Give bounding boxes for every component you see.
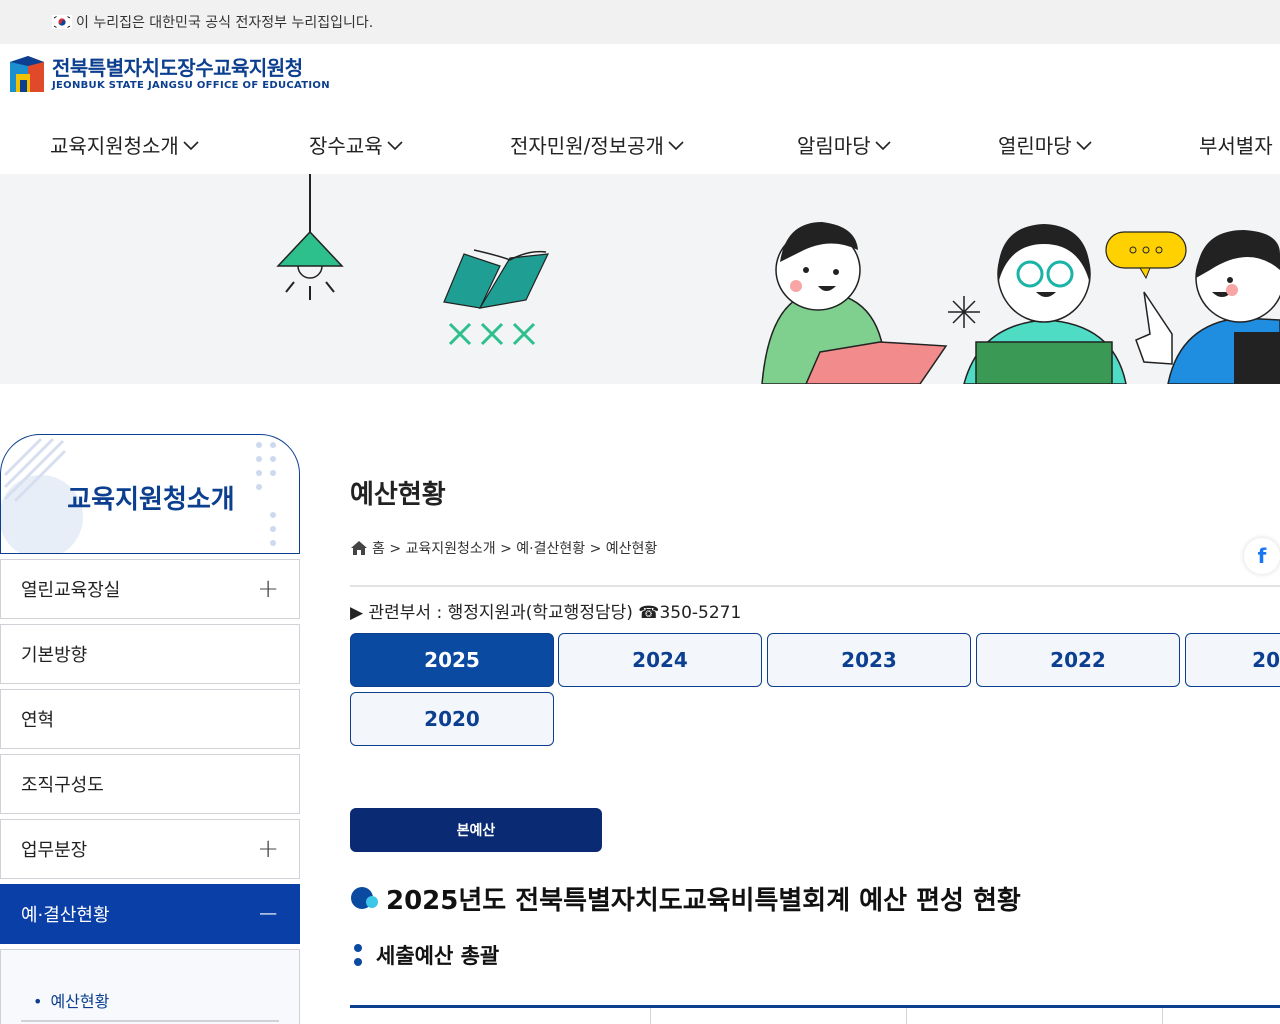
subsection-heading-text: 세출예산 총괄: [376, 944, 500, 968]
subsection-heading: 세출예산 총괄: [350, 940, 499, 970]
heading-bullet-icon: [351, 886, 378, 909]
budget-table: [350, 1005, 1280, 1024]
chevron-down-icon: [183, 140, 199, 150]
chevron-down-icon: [668, 140, 684, 150]
sidebar-title: 교육지원청소개: [67, 485, 235, 515]
home-icon[interactable]: [350, 540, 368, 556]
gnb-label: 전자민원/정보공개: [510, 134, 664, 158]
logo-korean: 전북특별자치도장수교육지원청: [52, 56, 303, 80]
gnb-item-open[interactable]: 열린마당: [998, 130, 1092, 159]
site-logo[interactable]: 전북특별자치도장수교육지원청 JEONBUK STATE JANGSU OFFI…: [8, 52, 330, 96]
gnb-label: 부서별자: [1199, 134, 1273, 158]
sidebar-item-open-office[interactable]: 열린교육장실 +: [0, 559, 300, 619]
related-department: ▶ 관련부서 : 행정지원과(학교행정담당) ☎350-5271: [350, 603, 742, 623]
year-tab-2020[interactable]: 2020: [350, 692, 554, 746]
sidebar-item-history[interactable]: 연혁: [0, 689, 300, 749]
chevron-down-icon: [875, 140, 891, 150]
sidebar-item-label: 기본방향: [21, 645, 88, 666]
year-tab-2024[interactable]: 2024: [558, 633, 762, 687]
sidebar-item-label: 연혁: [21, 710, 55, 731]
logo-mark-icon: [10, 56, 44, 92]
sidebar-item-budget[interactable]: 예·결산현황 −: [0, 884, 300, 944]
table-column-divider: [1162, 1008, 1163, 1024]
minus-icon: −: [257, 899, 279, 929]
sidebar-item-label: 조직구성도: [21, 775, 104, 796]
sidebar-item-label: 열린교육장실: [21, 580, 121, 601]
sub-visual-banner: [0, 174, 1280, 384]
main-navigation: 교육지원청소개 장수교육 전자민원/정보공개 알림마당 열린마당 부서별자: [0, 114, 1280, 174]
chevron-down-icon: [1076, 140, 1092, 150]
breadcrumb: 홈 > 교육지원청소개 > 예·결산현황 > 예산현황: [350, 538, 657, 558]
gnb-item-jangsu-edu[interactable]: 장수교육: [309, 130, 403, 159]
gnb-label: 교육지원청소개: [50, 134, 179, 158]
chevron-down-icon: [387, 140, 403, 150]
subheading-bullet-icon: [354, 944, 362, 966]
gnb-label: 알림마당: [797, 134, 871, 158]
korean-flag-icon: [52, 15, 72, 29]
year-tab-2023[interactable]: 2023: [767, 633, 971, 687]
tab-main-budget[interactable]: 본예산: [350, 808, 602, 852]
table-column-divider: [906, 1008, 907, 1024]
gnb-item-intro[interactable]: 교육지원청소개: [50, 130, 199, 159]
section-heading-text: 2025년도 전북특별자치도교육비특별회계 예산 편성 현황: [386, 886, 1021, 916]
sidebar-item-organization[interactable]: 조직구성도: [0, 754, 300, 814]
gnb-item-department[interactable]: 부서별자: [1199, 130, 1273, 159]
sidebar-item-label: 업무분장: [21, 840, 88, 861]
subitem-underline: [21, 1020, 279, 1022]
sidebar-subitem-budget-status[interactable]: 예산현황: [33, 988, 109, 1012]
logo-english: JEONBUK STATE JANGSU OFFICE OF EDUCATION: [52, 80, 330, 91]
sidebar-title-box: 교육지원청소개: [0, 434, 300, 554]
table-column-divider: [650, 1008, 651, 1024]
section-heading: 2025년도 전북특별자치도교육비특별회계 예산 편성 현황: [350, 880, 1021, 917]
sidebar-submenu: 예산현황: [0, 949, 300, 1024]
page-title: 예산현황: [350, 480, 446, 510]
gnb-label: 열린마당: [998, 134, 1072, 158]
plus-icon: +: [257, 834, 279, 864]
gov-banner-text: 이 누리집은 대한민국 공식 전자정부 누리집입니다.: [76, 15, 374, 31]
sidebar-item-duties[interactable]: 업무분장 +: [0, 819, 300, 879]
breadcrumb-path: 홈 > 교육지원청소개 > 예·결산현황 > 예산현황: [372, 541, 658, 557]
gnb-item-civil-service[interactable]: 전자민원/정보공개: [510, 130, 684, 159]
gov-banner: 이 누리집은 대한민국 공식 전자정부 누리집입니다.: [0, 0, 1280, 44]
year-tab-2022[interactable]: 2022: [976, 633, 1180, 687]
plus-icon: +: [257, 574, 279, 604]
sidebar-item-label: 예·결산현황: [21, 905, 110, 926]
facebook-share-icon[interactable]: f: [1244, 538, 1280, 574]
title-divider: [350, 585, 1280, 587]
banner-illustration: [276, 174, 1280, 384]
sidebar-item-basic-direction[interactable]: 기본방향: [0, 624, 300, 684]
year-tab-2025[interactable]: 2025: [350, 633, 554, 687]
gnb-item-notice[interactable]: 알림마당: [797, 130, 891, 159]
year-tab-2021[interactable]: 20: [1185, 633, 1280, 687]
gnb-label: 장수교육: [309, 134, 383, 158]
